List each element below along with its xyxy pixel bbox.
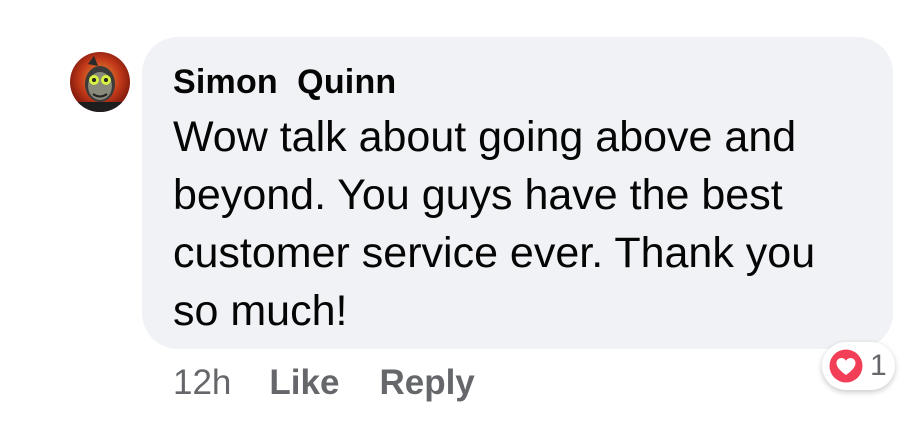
comment-author[interactable]: Simon Quinn xyxy=(173,60,396,104)
comment-timestamp[interactable]: 12h xyxy=(173,363,231,403)
avatar-image xyxy=(70,52,130,112)
reply-button[interactable]: Reply xyxy=(379,363,474,403)
comment-text-line: so much! xyxy=(173,287,348,335)
comment-text-line: Wow talk about going above and xyxy=(173,113,797,161)
avatar[interactable] xyxy=(70,52,130,112)
comment-text-line: beyond. You guys have the best xyxy=(173,171,783,219)
comment-text-line: customer service ever. Thank you xyxy=(173,229,816,277)
comment-actions: 12h Like Reply xyxy=(173,361,515,405)
comment-text: Wow talk about going above and beyond. Y… xyxy=(173,108,873,340)
like-button[interactable]: Like xyxy=(269,363,339,403)
heart-icon xyxy=(827,347,865,385)
comment-screen: Simon Quinn Wow talk about going above a… xyxy=(0,0,904,422)
reaction-count: 1 xyxy=(870,349,887,382)
reaction-summary[interactable]: 1 xyxy=(822,342,895,390)
